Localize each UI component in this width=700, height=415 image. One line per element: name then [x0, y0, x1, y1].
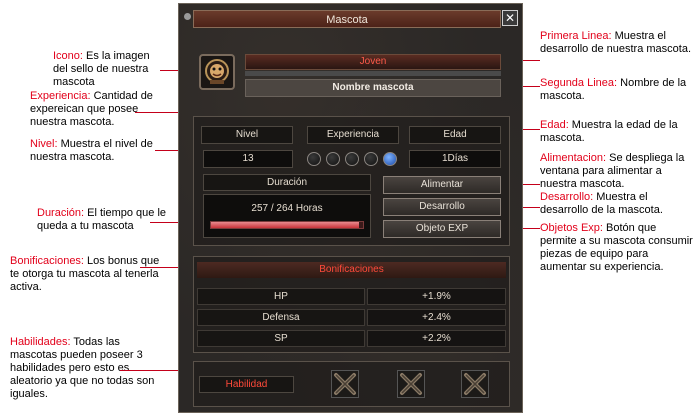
duracion-box: 257 / 264 Horas: [203, 194, 371, 238]
exp-orb-2: [326, 152, 340, 166]
annotation-duracion: Duración: El tiempo que le queda a tu ma…: [37, 207, 167, 232]
duracion-text: 257 / 264 Horas: [251, 203, 323, 214]
pet-name: Nombre mascota: [245, 79, 501, 97]
exp-orb-5: [383, 152, 397, 166]
experiencia-label: Experiencia: [307, 126, 399, 144]
pet-seal-icon: [199, 54, 235, 90]
bonus-row-stat: HP: [197, 288, 365, 305]
annotation-primera-linea: Primera Linea: Muestra el desarrollo de …: [540, 30, 692, 55]
nivel-label: Nivel: [201, 126, 293, 144]
annotation-bonificaciones: Bonificaciones: Los bonus que te otorga …: [10, 255, 160, 293]
nivel-value: 13: [203, 150, 293, 168]
annotation-alimentacion: Alimentacion: Se despliega la ventana pa…: [540, 152, 685, 190]
duracion-label: Duración: [203, 174, 371, 191]
annotation-icono: Icono: Es la imagen del sello de nuestra…: [53, 50, 150, 88]
skill-slot-2[interactable]: [397, 370, 425, 398]
edad-label: Edad: [409, 126, 501, 144]
annotation-objetos-exp: Objetos Exp: Botón que permite a su masc…: [540, 222, 693, 273]
crossed-swords-icon: [334, 373, 356, 395]
edad-value: 1Días: [409, 150, 501, 168]
duracion-bar-fill: [211, 222, 359, 228]
bonus-row-value: +2.4%: [367, 309, 506, 326]
development-progress-track: [245, 71, 501, 76]
annotation-nivel: Nivel: Muestra el nivel de nuestra masco…: [30, 138, 153, 163]
window-title: Mascota: [193, 10, 501, 28]
habilidad-label: Habilidad: [199, 376, 294, 393]
bonus-row-value: +2.2%: [367, 330, 506, 347]
duracion-bar-track: [210, 221, 364, 229]
annotation-desarrollo: Desarrollo: Muestra el desarrollo de la …: [540, 191, 663, 216]
crossed-swords-icon: [400, 373, 422, 395]
annotation-experiencia: Experiencia: Cantidad de expereican que …: [30, 90, 153, 128]
annotation-edad: Edad: Muestra la edad de la mascota.: [540, 119, 678, 144]
alimentar-button[interactable]: Alimentar: [383, 176, 501, 194]
skill-slot-1[interactable]: [331, 370, 359, 398]
exp-orb-3: [345, 152, 359, 166]
annotation-habilidades: Habilidades: Todas las mascotas pueden p…: [10, 336, 155, 400]
bonus-row-value: +1.9%: [367, 288, 506, 305]
annotation-segunda-linea: Segunda Linea: Nombre de la mascota.: [540, 77, 687, 102]
bonus-row-stat: SP: [197, 330, 365, 347]
bonus-row-stat: Defensa: [197, 309, 365, 326]
close-button[interactable]: ✕: [502, 10, 518, 26]
objeto-exp-button[interactable]: Objeto EXP: [383, 220, 501, 238]
desarrollo-button[interactable]: Desarrollo: [383, 198, 501, 216]
bolt-icon: [184, 13, 191, 20]
skill-slot-3[interactable]: [461, 370, 489, 398]
development-stage: Joven: [359, 56, 387, 67]
pet-window: Mascota ✕ Joven Nombre mascota Nivel Exp…: [178, 3, 523, 413]
bonificaciones-title: Bonificaciones: [197, 262, 506, 278]
exp-orb-1: [307, 152, 321, 166]
exp-orb-4: [364, 152, 378, 166]
development-bar: Joven: [245, 54, 501, 70]
crossed-swords-icon: [464, 373, 486, 395]
